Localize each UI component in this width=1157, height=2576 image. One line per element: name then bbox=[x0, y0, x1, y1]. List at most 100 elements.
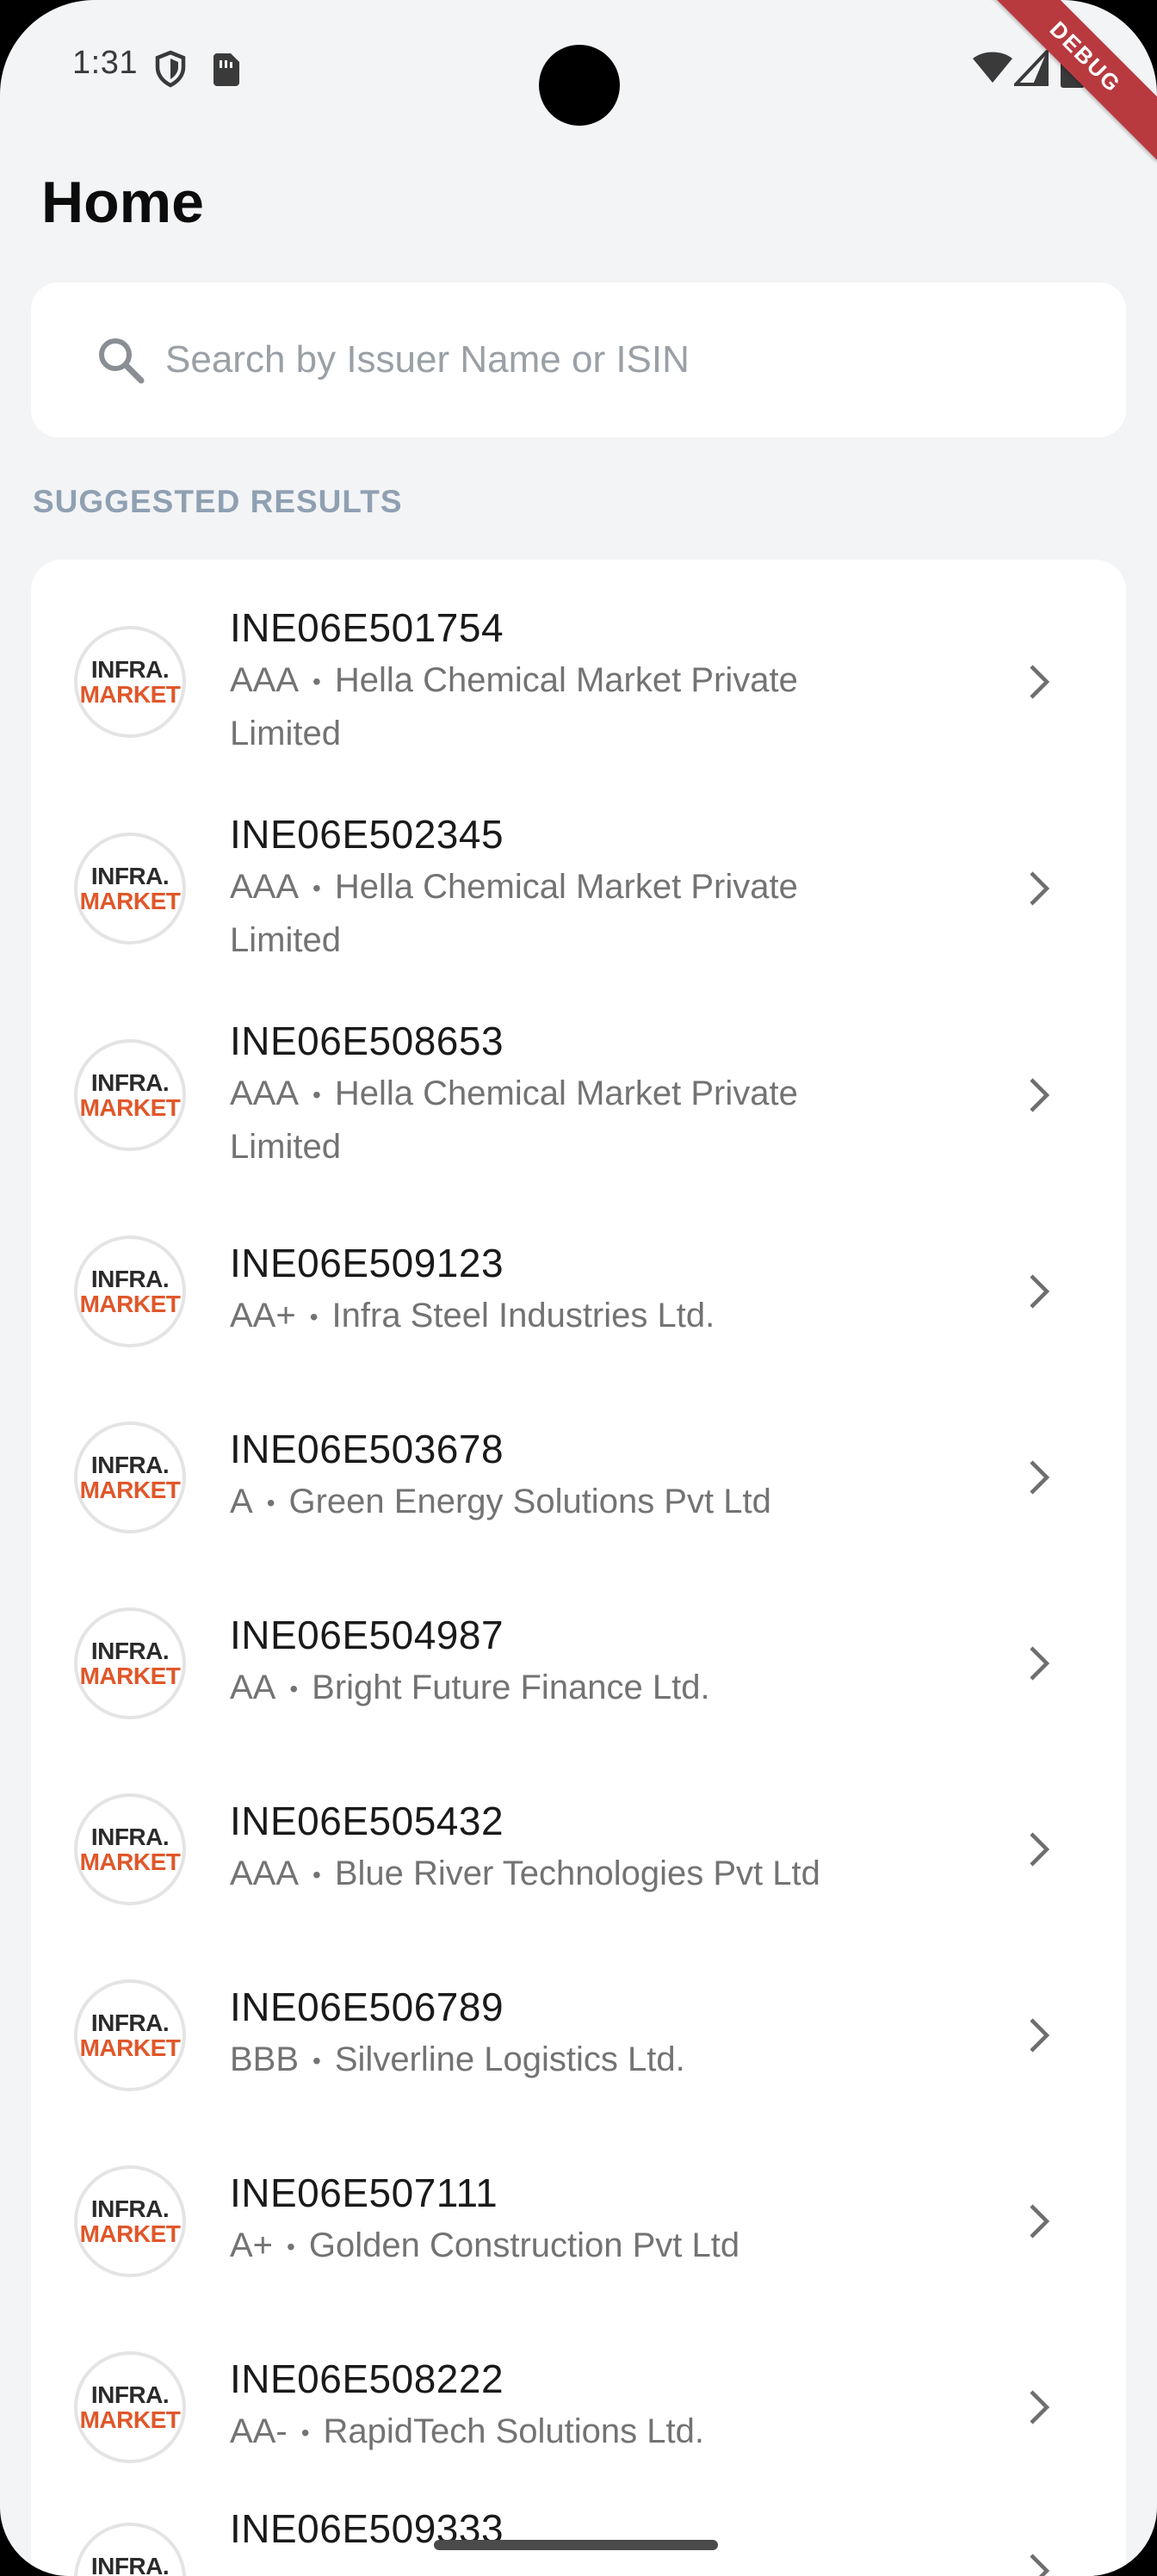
isin-label: INE06E509123 bbox=[230, 1240, 504, 1285]
list-item[interactable]: INFRA. MARKET INE06E501754 AAA • Hella Che… bbox=[31, 579, 1126, 785]
list-item[interactable]: INFRA. MARKET INE06E508222 AA- • RapidTech… bbox=[31, 2314, 1126, 2500]
item-text: INE06E508222 AA- • RapidTech Solutions Ltd… bbox=[230, 2356, 919, 2459]
chevron-right-icon bbox=[1030, 665, 1050, 699]
results-list: INFRA. MARKET INE06E501754 AAA • Hella Che… bbox=[31, 560, 1126, 2576]
wifi-icon bbox=[973, 52, 1012, 83]
issuer-logo: INFRA. MARKET bbox=[74, 1235, 186, 1347]
rating-label: AAA bbox=[230, 1074, 300, 1112]
chevron-right-icon bbox=[1030, 2204, 1050, 2239]
issuer-name: Hella Chemical Market Private bbox=[334, 660, 798, 699]
issuer-logo: INFRA. MARKET bbox=[74, 1421, 186, 1533]
isin-label: INE06E508222 bbox=[230, 2356, 504, 2401]
item-text: INE06E503678 A • Green Energy Solutions Pv… bbox=[230, 1426, 919, 1529]
camera-cutout bbox=[539, 45, 620, 126]
cell-signal-icon bbox=[1014, 50, 1049, 86]
status-bar: 1:31 DEBUG bbox=[0, 0, 1157, 161]
item-subtitle: BBB • Silverline Logistics Ltd. bbox=[230, 2040, 685, 2078]
isin-label: INE06E503678 bbox=[230, 1426, 504, 1471]
issuer-logo: INFRA. MARKET bbox=[74, 626, 186, 738]
rating-label: A+ bbox=[230, 2226, 274, 2264]
chevron-right-icon bbox=[1030, 2554, 1050, 2576]
chevron-right-icon bbox=[1030, 1274, 1050, 1309]
list-item[interactable]: INFRA. MARKET INE06E509123 AA+ • Infra Ste… bbox=[31, 1198, 1126, 1384]
item-text: INE06E508653 AAA • Hella Chemical Market P… bbox=[230, 1018, 919, 1173]
page-title: Home bbox=[41, 170, 204, 235]
issuer-name: Hella Chemical Market Private bbox=[334, 1074, 798, 1112]
item-subtitle: AAA • Blue River Technologies Pvt Ltd bbox=[230, 1854, 820, 1892]
item-subtitle: A+ • Golden Construction Pvt Ltd bbox=[230, 2226, 740, 2264]
list-item[interactable]: INFRA. MARKET INE06E509333 bbox=[31, 2500, 1126, 2576]
item-text: INE06E502345 AAA • Hella Chemical Market P… bbox=[230, 811, 919, 966]
issuer-name: Green Energy Solutions Pvt Ltd bbox=[288, 1482, 771, 1520]
screen: 1:31 DEBUG Home Search by Issuer Name or… bbox=[0, 0, 1157, 2576]
issuer-name: RapidTech Solutions Ltd. bbox=[323, 2412, 705, 2450]
issuer-name: Silverline Logistics Ltd. bbox=[334, 2040, 685, 2078]
issuer-logo: INFRA. MARKET bbox=[74, 2165, 186, 2277]
issuer-name: Infra Steel Industries Ltd. bbox=[331, 1296, 715, 1334]
rating-label: BBB bbox=[230, 2040, 300, 2078]
rating-label: AA+ bbox=[230, 1296, 296, 1334]
rating-label: A bbox=[230, 1482, 253, 1520]
list-item[interactable]: INFRA. MARKET INE06E507111 A+ • Golden Con… bbox=[31, 2128, 1126, 2314]
list-item[interactable]: INFRA. MARKET INE06E506789 BBB • Silverlin… bbox=[31, 1942, 1126, 2128]
search-input[interactable] bbox=[165, 317, 1095, 403]
chevron-right-icon bbox=[1030, 871, 1050, 906]
rating-label: AA bbox=[230, 1668, 276, 1706]
isin-label: INE06E508653 bbox=[230, 1018, 504, 1063]
issuer-logo: INFRA. MARKET bbox=[74, 833, 186, 944]
chevron-right-icon bbox=[1030, 1646, 1050, 1681]
list-item[interactable]: INFRA. MARKET INE06E502345 AAA • Hella Che… bbox=[31, 785, 1126, 992]
isin-label: INE06E507111 bbox=[230, 2170, 498, 2215]
issuer-logo: INFRA. MARKET bbox=[74, 2351, 186, 2463]
item-text: INE06E504987 AA • Bright Future Finance Lt… bbox=[230, 1612, 919, 1715]
issuer-name: Golden Construction Pvt Ltd bbox=[308, 2226, 740, 2264]
status-time: 1:31 bbox=[72, 45, 138, 81]
item-subtitle: AAA • Hella Chemical Market Private Limited bbox=[230, 1074, 798, 1167]
list-item[interactable]: INFRA. MARKET INE06E503678 A • Green Energ… bbox=[31, 1384, 1126, 1570]
issuer-name-cont: Limited bbox=[230, 1128, 341, 1167]
search-box[interactable] bbox=[31, 282, 1126, 437]
sim-card-icon bbox=[213, 53, 239, 86]
item-subtitle: AA- • RapidTech Solutions Ltd. bbox=[230, 2412, 705, 2450]
issuer-logo: INFRA. MARKET bbox=[74, 2523, 186, 2576]
list-item[interactable]: INFRA. MARKET INE06E504987 AA • Bright Fut… bbox=[31, 1570, 1126, 1756]
shield-icon bbox=[155, 50, 186, 88]
item-subtitle: AA+ • Infra Steel Industries Ltd. bbox=[230, 1296, 715, 1334]
rating-label: AAA bbox=[230, 1854, 300, 1892]
issuer-logo: INFRA. MARKET bbox=[74, 1979, 186, 2091]
list-item[interactable]: INFRA. MARKET INE06E508653 AAA • Hella Che… bbox=[31, 992, 1126, 1198]
isin-label: INE06E504987 bbox=[230, 1612, 504, 1657]
isin-label: INE06E501754 bbox=[230, 604, 504, 650]
item-subtitle: AA • Bright Future Finance Ltd. bbox=[230, 1668, 710, 1706]
isin-label: INE06E505432 bbox=[230, 1798, 504, 1843]
item-subtitle: AAA • Hella Chemical Market Private Limited bbox=[230, 660, 798, 753]
search-icon bbox=[99, 338, 145, 384]
chevron-right-icon bbox=[1030, 2018, 1050, 2053]
item-text: INE06E506789 BBB • Silverline Logistics Lt… bbox=[230, 1984, 919, 2087]
item-subtitle: A • Green Energy Solutions Pvt Ltd bbox=[230, 1482, 771, 1520]
item-text: INE06E501754 AAA • Hella Chemical Market P… bbox=[230, 604, 919, 759]
chevron-right-icon bbox=[1030, 2390, 1050, 2424]
issuer-name: Blue River Technologies Pvt Ltd bbox=[334, 1854, 820, 1892]
issuer-logo: INFRA. MARKET bbox=[74, 1793, 186, 1905]
home-indicator[interactable] bbox=[434, 2540, 718, 2550]
issuer-name: Hella Chemical Market Private bbox=[334, 867, 798, 906]
chevron-right-icon bbox=[1030, 1078, 1050, 1112]
item-text: INE06E509123 AA+ • Infra Steel Industries … bbox=[230, 1240, 919, 1343]
issuer-name-cont: Limited bbox=[230, 715, 341, 753]
item-text: INE06E505432 AAA • Blue River Technologies… bbox=[230, 1798, 919, 1901]
issuer-name: Bright Future Finance Ltd. bbox=[312, 1668, 710, 1706]
isin-label: INE06E502345 bbox=[230, 811, 504, 857]
issuer-logo: INFRA. MARKET bbox=[74, 1039, 186, 1151]
rating-label: AA- bbox=[230, 2412, 288, 2450]
issuer-name-cont: Limited bbox=[230, 921, 341, 960]
isin-label: INE06E506789 bbox=[230, 1984, 504, 2029]
item-text: INE06E507111 A+ • Golden Construction Pvt … bbox=[230, 2170, 919, 2273]
section-label: SUGGESTED RESULTS bbox=[33, 484, 403, 519]
rating-label: AAA bbox=[230, 867, 300, 906]
chevron-right-icon bbox=[1030, 1832, 1050, 1867]
list-item[interactable]: INFRA. MARKET INE06E505432 AAA • Blue Rive… bbox=[31, 1756, 1126, 1942]
issuer-logo: INFRA. MARKET bbox=[74, 1607, 186, 1719]
chevron-right-icon bbox=[1030, 1460, 1050, 1495]
rating-label: AAA bbox=[230, 660, 300, 699]
